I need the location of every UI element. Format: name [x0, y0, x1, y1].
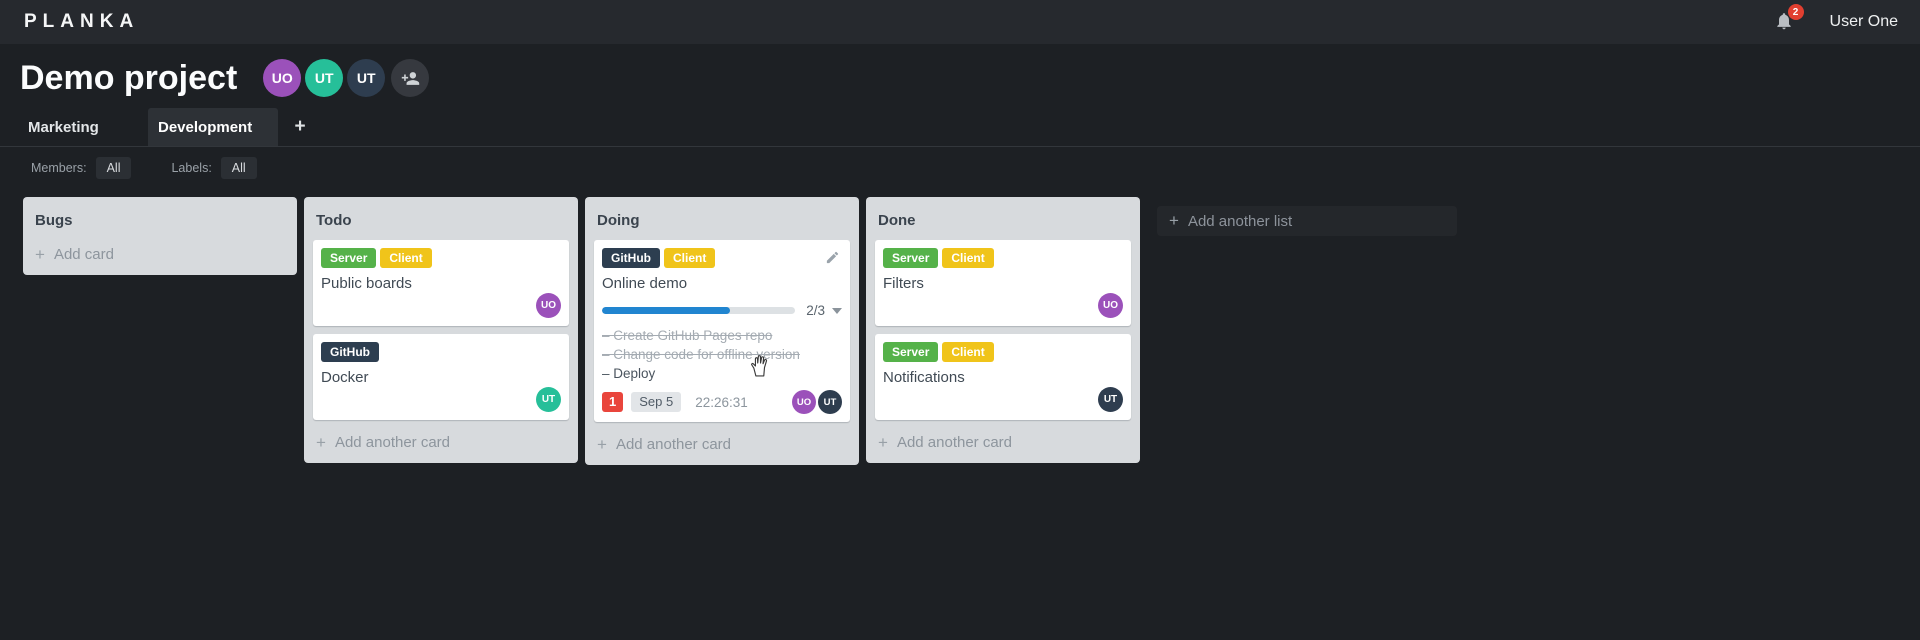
tab-marketing[interactable]: Marketing	[18, 108, 148, 146]
card-label: Client	[942, 342, 994, 362]
edit-pencil-icon[interactable]	[825, 250, 840, 265]
add-board-button[interactable]: +	[278, 108, 322, 146]
card-filters[interactable]: Server Client Filters UO	[875, 240, 1131, 326]
card-label: Server	[883, 342, 939, 362]
add-list-button[interactable]: + Add another list	[1157, 206, 1457, 236]
board-tabs: Marketing Development +	[0, 108, 1920, 146]
top-bar: PLANKA 2 User One	[0, 0, 1920, 44]
labels-row: Server Client	[321, 248, 561, 268]
add-card-label: Add another card	[896, 434, 1013, 451]
tasks-progress: 2/3	[602, 303, 842, 318]
add-member-button[interactable]	[391, 59, 430, 97]
board: Bugs + Add card Todo Server Client Publi…	[0, 187, 1920, 465]
card-title: Online demo	[602, 275, 688, 292]
add-card-label: Add another card	[615, 436, 732, 453]
topbar-right: 2 User One	[1774, 4, 1898, 33]
card-label: Client	[942, 248, 994, 268]
avatar: UO	[536, 293, 561, 318]
members-filter-value[interactable]: All	[95, 157, 132, 179]
timer-badge: 22:26:31	[695, 394, 748, 410]
card-notification-badge: 1	[602, 392, 624, 412]
user-menu-button[interactable]: User One	[1830, 13, 1898, 31]
card-members: UT	[883, 387, 1123, 412]
task-item: – Change code for offline version	[602, 347, 800, 362]
avatar: UO	[792, 390, 816, 414]
task-item: – Create GitHub Pages repo	[602, 328, 773, 343]
card-label: GitHub	[321, 342, 379, 362]
card-online-demo[interactable]: GitHub Client Online demo 2/3 – Create G…	[594, 240, 850, 422]
list-title[interactable]: Done	[875, 203, 1131, 240]
list-todo: Todo Server Client Public boards UO GitH…	[304, 197, 578, 463]
card-title: Public boards	[321, 275, 412, 292]
avatar[interactable]: UT	[347, 59, 386, 97]
add-card-button[interactable]: + Add card	[32, 240, 288, 269]
labels-row: GitHub Client	[602, 248, 842, 268]
card-label: Client	[380, 248, 432, 268]
due-date-badge: Sep 5	[631, 392, 682, 412]
filter-bar: Members: All Labels: All	[0, 147, 1920, 187]
add-list-label: Add another list	[1187, 212, 1293, 230]
progress-bar	[602, 307, 796, 314]
avatar: UT	[818, 390, 842, 414]
avatar[interactable]: UO	[263, 59, 302, 97]
card-members: UO	[883, 293, 1123, 318]
add-card-label: Add another card	[334, 434, 451, 451]
progress-count: 2/3	[806, 303, 825, 318]
task-list: – Create GitHub Pages repo – Change code…	[602, 326, 842, 383]
card-meta: 1 Sep 5 22:26:31 UO UT	[602, 390, 842, 414]
card-title: Notifications	[883, 369, 965, 386]
notification-badge: 2	[1787, 4, 1804, 20]
list-doing: Doing GitHub Client Online demo 2/3 – Cr…	[585, 197, 859, 465]
card-label: Server	[883, 248, 939, 268]
card-label: Client	[664, 248, 716, 268]
list-title[interactable]: Todo	[313, 203, 569, 240]
add-card-label: Add card	[53, 246, 114, 263]
plus-icon: +	[316, 432, 326, 452]
list-done: Done Server Client Filters UO Server Cli…	[866, 197, 1140, 463]
project-members: UO UT UT	[259, 59, 430, 97]
avatar: UO	[1098, 293, 1123, 318]
add-card-button[interactable]: + Add another card	[313, 428, 569, 457]
list-title[interactable]: Bugs	[32, 203, 288, 240]
card-members: UT	[321, 387, 561, 412]
project-header: Demo project UO UT UT	[0, 44, 1920, 102]
labels-row: GitHub	[321, 342, 561, 362]
card-public-boards[interactable]: Server Client Public boards UO	[313, 240, 569, 326]
tab-development[interactable]: Development	[148, 108, 278, 146]
task-item: – Deploy	[602, 366, 656, 381]
app-logo[interactable]: PLANKA	[24, 11, 139, 33]
card-label: GitHub	[602, 248, 660, 268]
add-card-button[interactable]: + Add another card	[875, 428, 1131, 457]
card-label: Server	[321, 248, 377, 268]
labels-filter-value[interactable]: All	[220, 157, 257, 179]
plus-icon: +	[878, 432, 888, 452]
list-bugs: Bugs + Add card	[23, 197, 297, 275]
page-title[interactable]: Demo project	[20, 54, 237, 102]
add-card-button[interactable]: + Add another card	[594, 430, 850, 459]
avatar: UT	[1098, 387, 1123, 412]
labels-row: Server Client	[883, 342, 1123, 362]
labels-row: Server Client	[883, 248, 1123, 268]
avatar: UT	[536, 387, 561, 412]
card-notifications[interactable]: Server Client Notifications UT	[875, 334, 1131, 420]
list-title[interactable]: Doing	[594, 203, 850, 240]
labels-filter-label: Labels:	[171, 161, 212, 175]
progress-fill	[602, 307, 730, 314]
card-title: Filters	[883, 275, 924, 292]
avatar[interactable]: UT	[305, 59, 344, 97]
card-docker[interactable]: GitHub Docker UT	[313, 334, 569, 420]
card-members: UO	[321, 293, 561, 318]
plus-icon: +	[35, 244, 45, 264]
notifications-button[interactable]: 2	[1774, 4, 1804, 33]
plus-icon: +	[1169, 211, 1179, 230]
add-user-icon	[401, 71, 419, 85]
members-filter-label: Members:	[31, 161, 87, 175]
card-title: Docker	[321, 369, 369, 386]
chevron-down-icon[interactable]	[832, 307, 842, 314]
plus-icon: +	[597, 434, 607, 454]
